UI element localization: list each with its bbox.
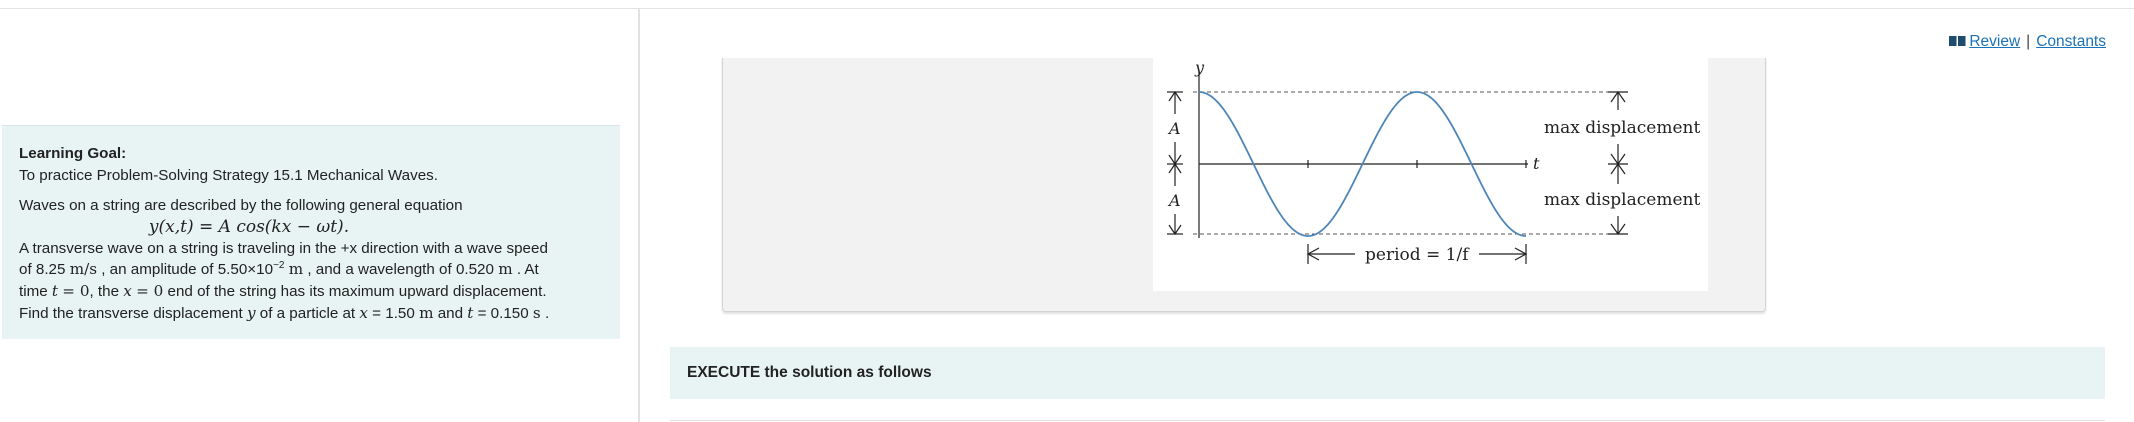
review-label: Review [1969, 33, 2021, 50]
wavelength-value: 0.520 [455, 261, 494, 279]
review-link[interactable]: Review [1949, 33, 2020, 50]
wave-equation: y(x,t) = A cos(kx − ωt). [148, 216, 350, 237]
header-links: Review | Constants [1949, 33, 2106, 52]
amplitude-label-top: A [1167, 119, 1181, 138]
amplitude-value: 5.50×10 [217, 261, 274, 279]
link-separator: | [2026, 33, 2031, 50]
learning-goal-content: Learning Goal: To practice Problem-Solvi… [19, 143, 619, 324]
problem-text-line-2: of 8.25 m/s , an amplitude of 5.50×10−2 … [19, 260, 539, 279]
book-icon [1949, 34, 1966, 52]
wave-intro-text: Waves on a string are described by the f… [19, 197, 463, 215]
figure-frame: y t A A max displacement max displacemen… [722, 58, 1766, 312]
constants-link[interactable]: Constants [2036, 33, 2106, 50]
y-axis-label: y [1194, 58, 1205, 77]
problem-text-line-1: A transverse wave on a string is traveli… [19, 239, 548, 257]
learning-goal-subtitle: To practice Problem-Solving Strategy 15.… [19, 166, 438, 184]
speed-value: 8.25 [35, 261, 66, 279]
problem-text-line-3: time t = 0, the x = 0 end of the string … [19, 281, 547, 300]
problem-text-line-4: Find the transverse displacement y of a … [19, 303, 550, 322]
max-displacement-label-bottom: max displacement [1544, 190, 1700, 210]
wave-diagram: y t A A max displacement max displacemen… [1153, 58, 1708, 291]
bottom-rule [670, 420, 2105, 421]
column-divider [638, 8, 640, 422]
t-unit: s [532, 303, 541, 322]
amplitude-label-bottom: A [1167, 191, 1181, 210]
max-displacement-label-top: max displacement [1544, 118, 1700, 138]
amplitude-unit: m [288, 260, 304, 279]
execute-label: EXECUTE the solution as follows [687, 364, 932, 381]
x-value: 1.50 [385, 304, 415, 322]
x-unit: m [419, 303, 434, 322]
execute-section: EXECUTE the solution as follows [670, 347, 2105, 399]
amplitude-exponent: −2 [273, 260, 285, 272]
learning-goal-title: Learning Goal: [19, 145, 127, 162]
learning-goal-panel: Learning Goal: To practice Problem-Solvi… [2, 125, 620, 339]
top-rule [0, 0, 2134, 9]
t-axis-label: t [1533, 154, 1540, 173]
t-value: 0.150 [490, 304, 529, 322]
wavelength-unit: m [498, 260, 513, 279]
speed-unit: m/s [69, 260, 97, 279]
period-label: period = 1/f [1365, 245, 1470, 265]
